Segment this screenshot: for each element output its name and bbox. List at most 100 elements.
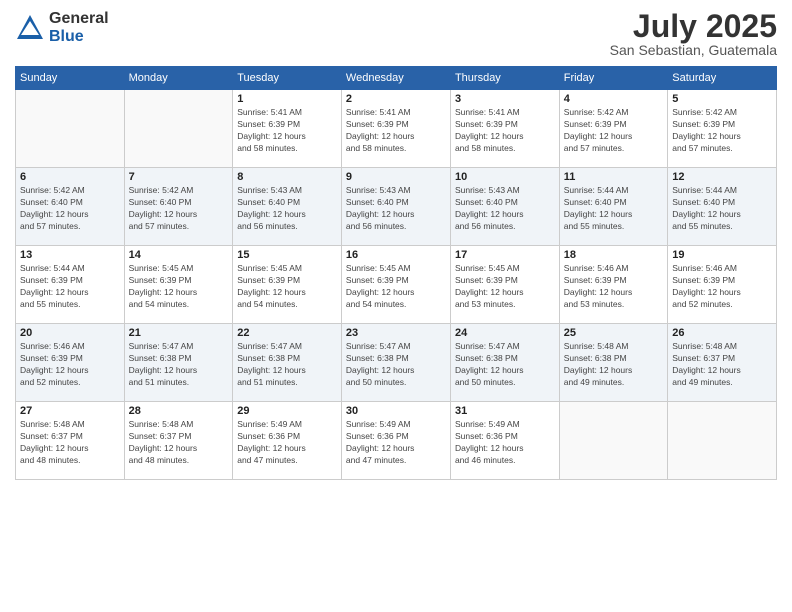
day-info: Sunrise: 5:44 AM Sunset: 6:40 PM Dayligh…	[672, 185, 772, 233]
location: San Sebastian, Guatemala	[610, 42, 777, 58]
logo-blue: Blue	[49, 28, 109, 46]
calendar-header-friday: Friday	[559, 67, 668, 90]
day-info: Sunrise: 5:48 AM Sunset: 6:37 PM Dayligh…	[20, 419, 120, 467]
calendar-cell: 31 Sunrise: 5:49 AM Sunset: 6:36 PM Dayli…	[450, 402, 559, 480]
calendar-cell: 21Sunrise: 5:47 AM Sunset: 6:38 PM Dayli…	[124, 324, 233, 402]
calendar-cell: 3 Sunrise: 5:41 AM Sunset: 6:39 PM Daylig…	[450, 90, 559, 168]
day-number: 3	[455, 93, 555, 105]
day-number: 13	[20, 249, 120, 261]
day-number: 25	[564, 327, 664, 339]
calendar-week-row-1: 6 Sunrise: 5:42 AM Sunset: 6:40 PM Daylig…	[16, 168, 777, 246]
day-number: 16	[346, 249, 446, 261]
calendar-cell: 27 Sunrise: 5:48 AM Sunset: 6:37 PM Dayli…	[16, 402, 125, 480]
calendar-cell: 28Sunrise: 5:48 AM Sunset: 6:37 PM Dayli…	[124, 402, 233, 480]
day-info: Sunrise: 5:44 AM Sunset: 6:40 PM Dayligh…	[564, 185, 664, 233]
day-info: Sunrise: 5:45 AM Sunset: 6:39 PM Dayligh…	[129, 263, 229, 311]
day-number: 27	[20, 405, 120, 417]
calendar-cell: 7 Sunrise: 5:42 AM Sunset: 6:40 PM Daylig…	[124, 168, 233, 246]
calendar-cell: 26Sunrise: 5:48 AM Sunset: 6:37 PM Dayli…	[668, 324, 777, 402]
day-info: Sunrise: 5:49 AM Sunset: 6:36 PM Dayligh…	[237, 419, 337, 467]
header: General Blue July 2025 San Sebastian, Gu…	[15, 10, 777, 58]
calendar-cell: 2Sunrise: 5:41 AM Sunset: 6:39 PM Daylig…	[341, 90, 450, 168]
calendar-cell: 10 Sunrise: 5:43 AM Sunset: 6:40 PM Dayli…	[450, 168, 559, 246]
day-number: 10	[455, 171, 555, 183]
day-info: Sunrise: 5:46 AM Sunset: 6:39 PM Dayligh…	[20, 341, 120, 389]
calendar-cell	[16, 90, 125, 168]
day-info: Sunrise: 5:41 AM Sunset: 6:39 PM Dayligh…	[237, 107, 337, 155]
day-info: Sunrise: 5:49 AM Sunset: 6:36 PM Dayligh…	[346, 419, 446, 467]
calendar-cell: 16 Sunrise: 5:45 AM Sunset: 6:39 PM Dayli…	[341, 246, 450, 324]
day-info: Sunrise: 5:42 AM Sunset: 6:39 PM Dayligh…	[672, 107, 772, 155]
calendar-cell: 23 Sunrise: 5:47 AM Sunset: 6:38 PM Dayli…	[341, 324, 450, 402]
day-number: 28	[129, 405, 229, 417]
calendar-header-saturday: Saturday	[668, 67, 777, 90]
page: General Blue July 2025 San Sebastian, Gu…	[0, 0, 792, 612]
logo-text: General Blue	[49, 10, 109, 45]
day-number: 15	[237, 249, 337, 261]
calendar-cell: 11 Sunrise: 5:44 AM Sunset: 6:40 PM Dayli…	[559, 168, 668, 246]
day-info: Sunrise: 5:43 AM Sunset: 6:40 PM Dayligh…	[237, 185, 337, 233]
calendar-cell: 25 Sunrise: 5:48 AM Sunset: 6:38 PM Dayli…	[559, 324, 668, 402]
calendar-cell: 13Sunrise: 5:44 AM Sunset: 6:39 PM Dayli…	[16, 246, 125, 324]
calendar-header-row: SundayMondayTuesdayWednesdayThursdayFrid…	[16, 67, 777, 90]
day-info: Sunrise: 5:48 AM Sunset: 6:38 PM Dayligh…	[564, 341, 664, 389]
calendar-header-monday: Monday	[124, 67, 233, 90]
calendar-cell: 22Sunrise: 5:47 AM Sunset: 6:38 PM Dayli…	[233, 324, 342, 402]
day-info: Sunrise: 5:46 AM Sunset: 6:39 PM Dayligh…	[564, 263, 664, 311]
day-number: 24	[455, 327, 555, 339]
calendar-cell: 6Sunrise: 5:42 AM Sunset: 6:40 PM Daylig…	[16, 168, 125, 246]
calendar-header-sunday: Sunday	[16, 67, 125, 90]
calendar-week-row-3: 20Sunrise: 5:46 AM Sunset: 6:39 PM Dayli…	[16, 324, 777, 402]
day-info: Sunrise: 5:43 AM Sunset: 6:40 PM Dayligh…	[346, 185, 446, 233]
day-number: 1	[237, 93, 337, 105]
calendar-cell: 17 Sunrise: 5:45 AM Sunset: 6:39 PM Dayli…	[450, 246, 559, 324]
day-number: 6	[20, 171, 120, 183]
day-info: Sunrise: 5:47 AM Sunset: 6:38 PM Dayligh…	[129, 341, 229, 389]
day-info: Sunrise: 5:48 AM Sunset: 6:37 PM Dayligh…	[672, 341, 772, 389]
day-number: 17	[455, 249, 555, 261]
day-info: Sunrise: 5:45 AM Sunset: 6:39 PM Dayligh…	[455, 263, 555, 311]
logo-general: General	[49, 10, 109, 28]
day-info: Sunrise: 5:42 AM Sunset: 6:40 PM Dayligh…	[129, 185, 229, 233]
logo: General Blue	[15, 10, 109, 45]
day-number: 5	[672, 93, 772, 105]
day-info: Sunrise: 5:45 AM Sunset: 6:39 PM Dayligh…	[237, 263, 337, 311]
calendar-cell: 20Sunrise: 5:46 AM Sunset: 6:39 PM Dayli…	[16, 324, 125, 402]
day-number: 23	[346, 327, 446, 339]
calendar-cell	[668, 402, 777, 480]
calendar-header-thursday: Thursday	[450, 67, 559, 90]
day-info: Sunrise: 5:46 AM Sunset: 6:39 PM Dayligh…	[672, 263, 772, 311]
calendar-header-wednesday: Wednesday	[341, 67, 450, 90]
day-number: 8	[237, 171, 337, 183]
day-info: Sunrise: 5:47 AM Sunset: 6:38 PM Dayligh…	[346, 341, 446, 389]
calendar-cell: 12 Sunrise: 5:44 AM Sunset: 6:40 PM Dayli…	[668, 168, 777, 246]
day-info: Sunrise: 5:49 AM Sunset: 6:36 PM Dayligh…	[455, 419, 555, 467]
day-number: 30	[346, 405, 446, 417]
day-number: 31	[455, 405, 555, 417]
day-number: 4	[564, 93, 664, 105]
day-number: 2	[346, 93, 446, 105]
calendar-week-row-0: 1 Sunrise: 5:41 AM Sunset: 6:39 PM Daylig…	[16, 90, 777, 168]
day-number: 22	[237, 327, 337, 339]
day-number: 19	[672, 249, 772, 261]
title-block: July 2025 San Sebastian, Guatemala	[610, 10, 777, 58]
logo-icon	[15, 13, 45, 43]
day-number: 12	[672, 171, 772, 183]
calendar-cell: 29Sunrise: 5:49 AM Sunset: 6:36 PM Dayli…	[233, 402, 342, 480]
day-number: 14	[129, 249, 229, 261]
calendar-cell	[124, 90, 233, 168]
calendar-week-row-2: 13Sunrise: 5:44 AM Sunset: 6:39 PM Dayli…	[16, 246, 777, 324]
day-info: Sunrise: 5:45 AM Sunset: 6:39 PM Dayligh…	[346, 263, 446, 311]
day-info: Sunrise: 5:41 AM Sunset: 6:39 PM Dayligh…	[455, 107, 555, 155]
calendar-cell: 18 Sunrise: 5:46 AM Sunset: 6:39 PM Dayli…	[559, 246, 668, 324]
calendar-cell: 24 Sunrise: 5:47 AM Sunset: 6:38 PM Dayli…	[450, 324, 559, 402]
day-number: 18	[564, 249, 664, 261]
calendar-cell: 5 Sunrise: 5:42 AM Sunset: 6:39 PM Daylig…	[668, 90, 777, 168]
day-number: 7	[129, 171, 229, 183]
day-number: 11	[564, 171, 664, 183]
day-number: 9	[346, 171, 446, 183]
calendar-cell	[559, 402, 668, 480]
month-title: July 2025	[610, 10, 777, 42]
day-info: Sunrise: 5:47 AM Sunset: 6:38 PM Dayligh…	[455, 341, 555, 389]
day-info: Sunrise: 5:43 AM Sunset: 6:40 PM Dayligh…	[455, 185, 555, 233]
